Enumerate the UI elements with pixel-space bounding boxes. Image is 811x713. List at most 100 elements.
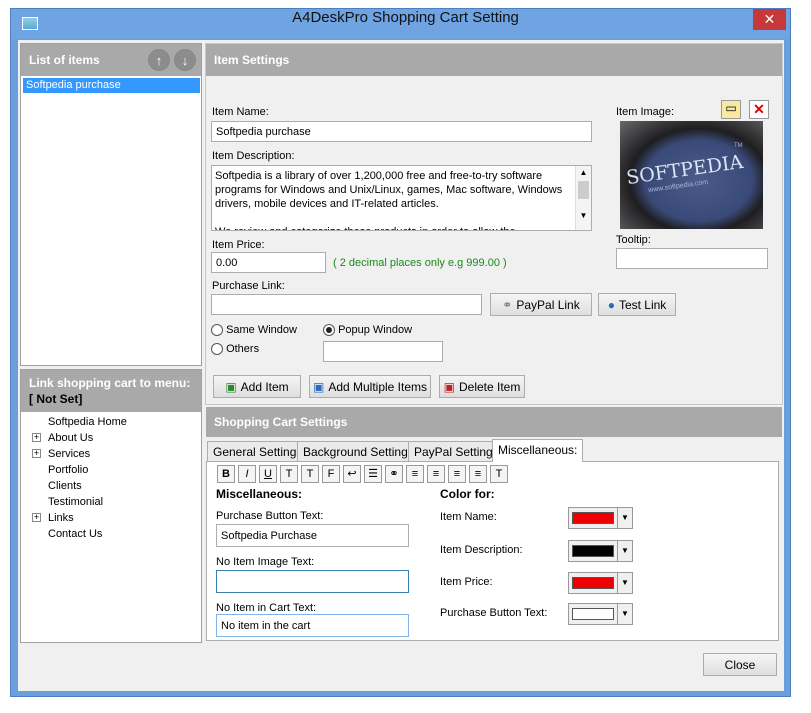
color-picker[interactable]: ▼ <box>568 507 633 529</box>
link-header: Link shopping cart to menu: [ Not Set] <box>21 370 201 412</box>
scroll-thumb[interactable] <box>578 181 589 199</box>
underline-icon[interactable]: U <box>259 465 277 483</box>
description-scrollbar[interactable]: ▲ ▼ <box>575 166 591 230</box>
color-label: Item Description: <box>440 544 523 556</box>
font-icon[interactable]: F <box>322 465 340 483</box>
italic-icon[interactable]: I <box>238 465 256 483</box>
items-header-label: List of items <box>29 53 100 67</box>
window-close-button[interactable]: ✕ <box>753 9 786 30</box>
no-item-image-label: No Item Image Text: <box>216 556 315 568</box>
tree-expander-icon[interactable]: + <box>32 433 41 442</box>
tree-expander-icon[interactable]: + <box>32 513 41 522</box>
add-icon: ▣ <box>225 379 237 394</box>
tree-item[interactable]: + About Us <box>30 430 195 446</box>
tree-item[interactable]: Contact Us <box>30 526 195 542</box>
add-multiple-items-button[interactable]: ▣ Add Multiple Items <box>309 375 431 398</box>
test-link-button[interactable]: ● Test Link <box>598 293 676 316</box>
others-input[interactable] <box>323 341 443 362</box>
tree-item-label: Softpedia Home <box>48 416 127 428</box>
item-settings-header: Item Settings <box>206 44 782 76</box>
tree-item-label: Contact Us <box>48 528 103 540</box>
tree-expander-icon[interactable]: + <box>32 449 41 458</box>
link-header-label: Link shopping cart to menu: <box>29 376 191 390</box>
color-swatch <box>572 608 614 620</box>
add-item-button[interactable]: ▣ Add Item <box>213 375 301 398</box>
font-size-icon[interactable]: T <box>301 465 319 483</box>
color-picker[interactable]: ▼ <box>568 603 633 625</box>
tree-expander-icon[interactable] <box>32 417 41 426</box>
chevron-down-icon[interactable]: ▼ <box>617 573 632 593</box>
color-swatch <box>572 512 614 524</box>
tab-paypal-settings[interactable]: PayPal Settings <box>408 441 505 461</box>
tree-item[interactable]: Softpedia Home <box>30 414 195 430</box>
tree-item[interactable]: + Services <box>30 446 195 462</box>
delete-image-icon[interactable]: ✕ <box>749 100 769 119</box>
close-button[interactable]: Close <box>703 653 777 676</box>
price-hint: ( 2 decimal places only e.g 999.00 ) <box>333 257 507 269</box>
no-item-in-cart-input[interactable] <box>216 614 409 637</box>
cart-settings-header: Shopping Cart Settings <box>206 407 782 437</box>
tab-general-settings[interactable]: General Settings <box>207 441 309 461</box>
tree-expander-icon[interactable] <box>32 497 41 506</box>
link-chain-icon: ⚭ <box>502 297 513 312</box>
move-down-icon[interactable]: ↓ <box>174 49 196 71</box>
tree-item-label: Clients <box>48 480 82 492</box>
purchase-link-input[interactable] <box>211 294 482 315</box>
tooltip-input[interactable] <box>616 248 768 269</box>
globe-icon: ● <box>607 297 615 312</box>
paypal-link-button[interactable]: ⚭ PayPal Link <box>490 293 592 316</box>
tree-item[interactable]: Portfolio <box>30 462 195 478</box>
item-name-input[interactable] <box>211 121 592 142</box>
color-picker[interactable]: ▼ <box>568 540 633 562</box>
tree-item[interactable]: Testimonial <box>30 494 195 510</box>
chevron-down-icon[interactable]: ▼ <box>617 508 632 528</box>
tree-item[interactable]: + Links <box>30 510 195 526</box>
color-swatch <box>572 577 614 589</box>
no-item-in-cart-label: No Item in Cart Text: <box>216 602 317 614</box>
tab-background-settings[interactable]: Background Settings <box>297 441 420 461</box>
radio-popup-window[interactable]: Popup Window <box>323 324 412 337</box>
bullet-list-icon[interactable]: ☰ <box>364 465 382 483</box>
no-item-image-input[interactable] <box>216 570 409 593</box>
item-description-label: Item Description: <box>212 150 295 162</box>
tab-miscellaneous[interactable]: Miscellaneous: <box>492 439 584 462</box>
add-multiple-icon: ▣ <box>312 379 325 394</box>
chevron-down-icon[interactable]: ▼ <box>617 604 632 624</box>
align-center-icon[interactable]: ≡ <box>427 465 445 483</box>
radio-same-window[interactable]: Same Window <box>211 324 297 337</box>
align-right-icon[interactable]: ≡ <box>448 465 466 483</box>
move-up-icon[interactable]: ↑ <box>148 49 170 71</box>
justify-icon[interactable]: ≡ <box>469 465 487 483</box>
tree-expander-icon[interactable] <box>32 529 41 538</box>
tree-item[interactable]: Clients <box>30 478 195 494</box>
delete-item-label: Delete Item <box>458 379 521 394</box>
list-item[interactable]: Softpedia purchase <box>23 78 200 93</box>
color-picker[interactable]: ▼ <box>568 572 633 594</box>
menu-tree: Softpedia Home + About Us + Services Portfoli… <box>30 414 195 542</box>
line-break-icon[interactable]: ↩ <box>343 465 361 483</box>
insert-link-icon[interactable]: ⚭ <box>385 465 403 483</box>
radio-others[interactable]: Others <box>211 343 259 356</box>
link-value: [ Not Set] <box>29 392 83 406</box>
item-description-textarea[interactable]: Softpedia is a library of over 1,200,000… <box>211 165 592 231</box>
tree-item-label: About Us <box>48 432 94 444</box>
bold-icon[interactable]: B <box>217 465 235 483</box>
chevron-down-icon[interactable]: ▼ <box>617 541 632 561</box>
delete-item-button[interactable]: ▣ Delete Item <box>439 375 525 398</box>
purchase-button-text-input[interactable] <box>216 524 409 547</box>
tree-item-label: Portfolio <box>48 464 89 476</box>
color-for-title: Color for: <box>440 487 495 501</box>
text-color-icon[interactable]: T <box>280 465 298 483</box>
clear-format-icon[interactable]: T <box>490 465 508 483</box>
open-folder-icon[interactable]: ▭ <box>721 100 741 119</box>
item-price-input[interactable] <box>211 252 326 273</box>
align-left-icon[interactable]: ≡ <box>406 465 424 483</box>
purchase-button-text-label: Purchase Button Text: <box>216 510 324 522</box>
tree-expander-icon[interactable] <box>32 481 41 490</box>
add-multiple-label: Add Multiple Items <box>328 379 428 394</box>
image-logo-tm: TM <box>734 143 743 149</box>
tree-expander-icon[interactable] <box>32 465 41 474</box>
color-label: Item Price: <box>440 576 493 588</box>
test-link-label: Test Link <box>618 297 667 312</box>
misc-title: Miscellaneous: <box>216 487 303 501</box>
